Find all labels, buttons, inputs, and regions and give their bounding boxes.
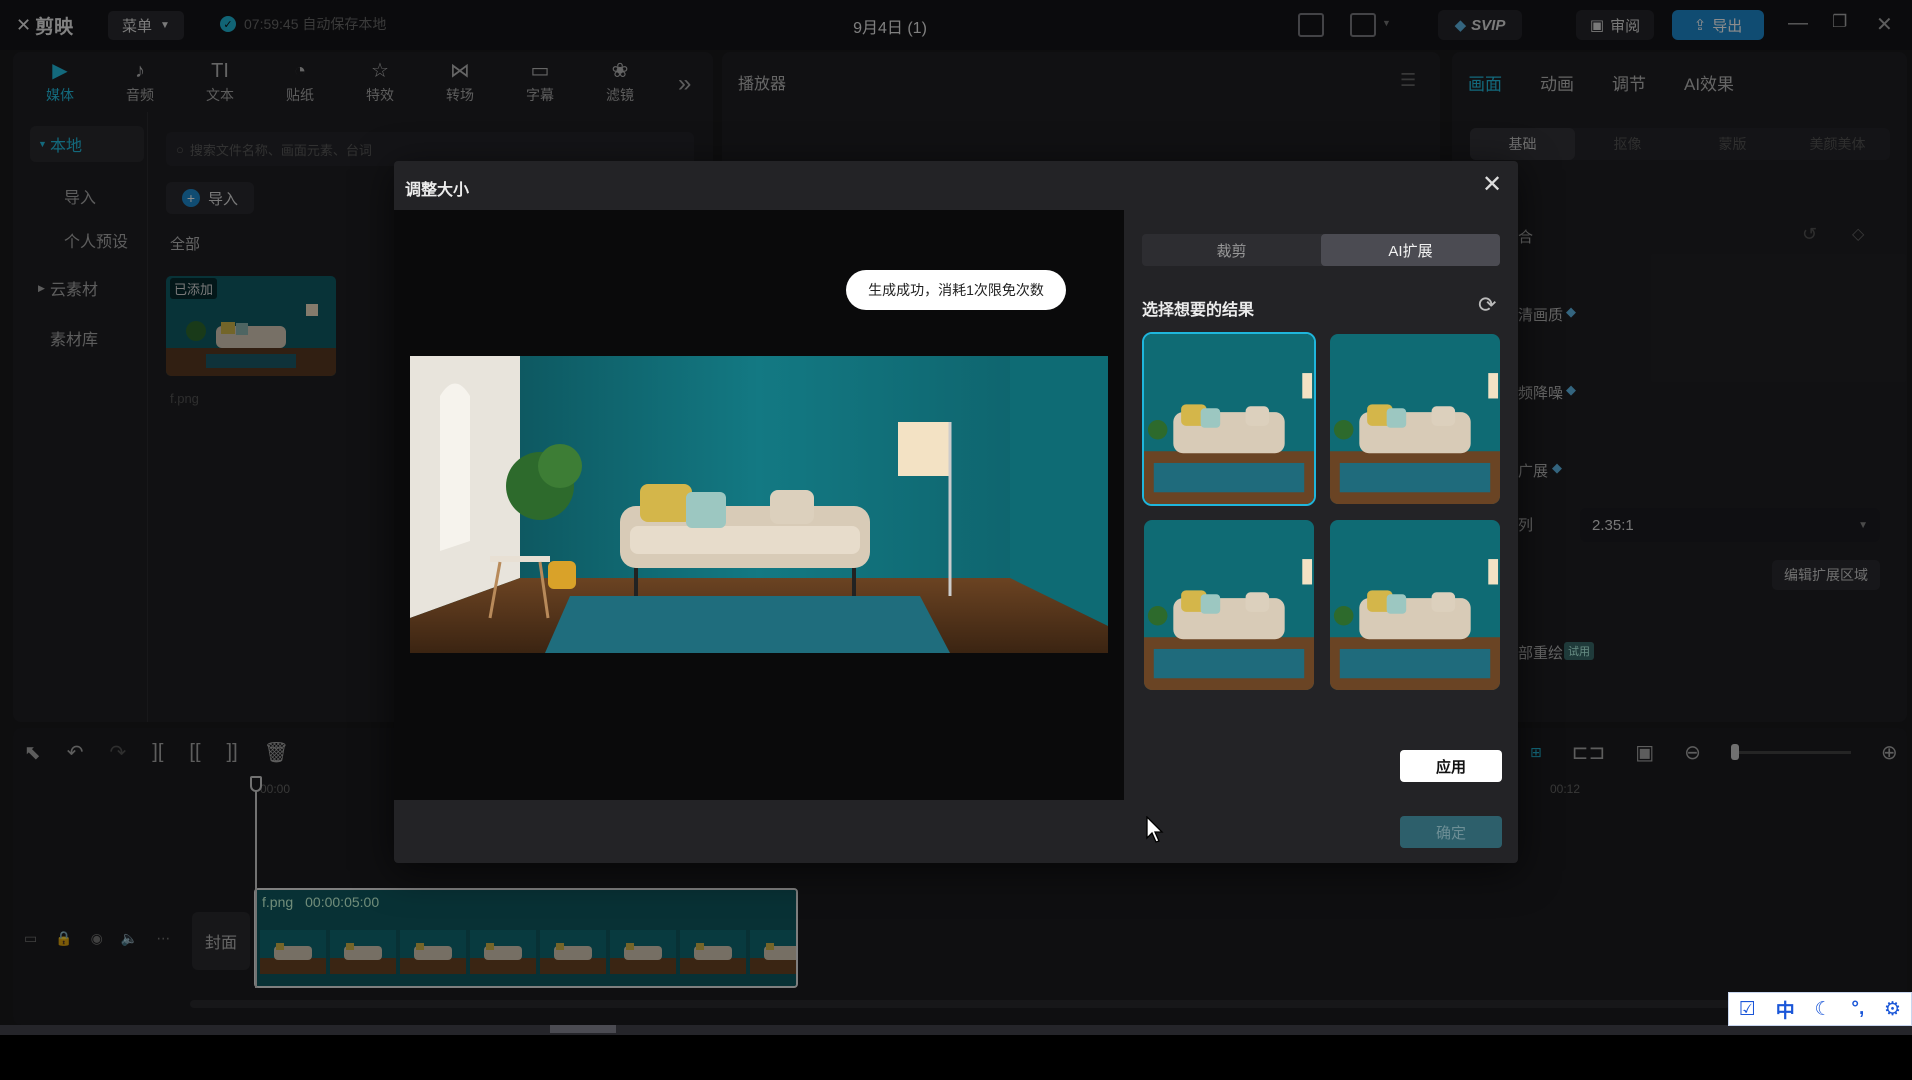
app-window: ✕ 剪映 菜单 ▼ ✓ 07:59:45 自动保存本地 9月4日 (1) ▼ ◆… [0, 0, 1912, 1025]
result-option-3[interactable] [1142, 518, 1316, 692]
settings-icon[interactable]: ⚙ [1884, 998, 1901, 1021]
punctuation-icon[interactable]: °, [1851, 998, 1864, 1020]
result-option-1[interactable] [1142, 332, 1316, 506]
room-thumbnail [1330, 334, 1500, 504]
scroll-thumb[interactable] [550, 1025, 616, 1033]
expanded-preview-image [410, 356, 1108, 653]
tab-ai-expand[interactable]: AI扩展 [1321, 234, 1500, 266]
room-scene [410, 356, 1108, 653]
apply-button[interactable]: 应用 [1400, 750, 1502, 782]
page-scrollbar[interactable] [0, 1025, 1912, 1035]
close-icon[interactable]: ✕ [1482, 170, 1502, 199]
room-thumbnail [1144, 334, 1314, 504]
result-option-2[interactable] [1328, 332, 1502, 506]
confirm-button[interactable]: 确定 [1400, 816, 1502, 848]
result-option-4[interactable] [1328, 518, 1502, 692]
moon-icon[interactable]: ☾ [1815, 998, 1832, 1021]
ime-lang[interactable]: 中 [1776, 996, 1795, 1023]
room-thumbnail [1144, 520, 1314, 690]
mouse-cursor [1146, 816, 1164, 843]
room-thumbnail [1330, 520, 1500, 690]
mode-segmented-control: 裁剪 AI扩展 [1142, 234, 1500, 266]
tab-crop[interactable]: 裁剪 [1142, 234, 1321, 266]
choose-result-title: 选择想要的结果 [1142, 302, 1255, 319]
ime-toolbar: ☑ 中 ☾ °, ⚙ [1728, 992, 1912, 1026]
success-toast: 生成成功，消耗1次限免次数 [846, 270, 1066, 310]
refresh-icon[interactable]: ⟳ [1478, 292, 1496, 318]
ime-check-icon[interactable]: ☑ [1739, 998, 1756, 1021]
dialog-title: 调整大小 [405, 182, 470, 199]
